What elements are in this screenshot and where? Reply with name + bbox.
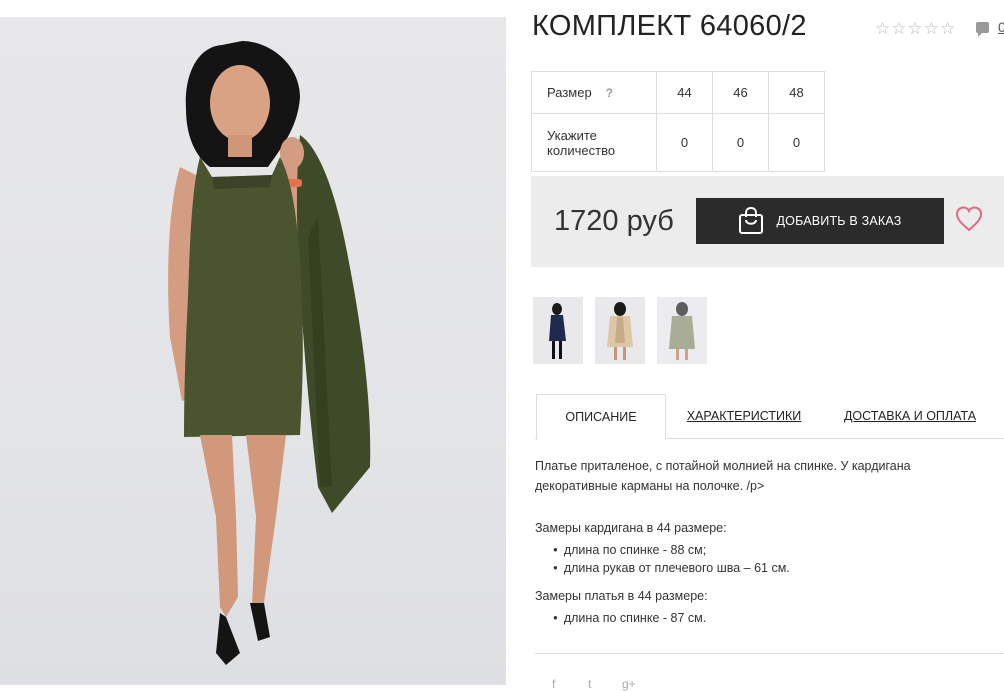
tab-delivery[interactable]: ДОСТАВКА И ОПЛАТА (840, 394, 980, 438)
size-table: Размер? 44 46 48 Укажите количество 0 0 … (531, 71, 825, 172)
add-to-order-label: ДОБАВИТЬ В ЗАКАЗ (776, 214, 902, 228)
size-help-icon[interactable]: ? (606, 86, 613, 100)
quantity-input-46[interactable]: 0 (712, 113, 769, 172)
quantity-input-48[interactable]: 0 (768, 113, 825, 172)
size-48: 48 (768, 71, 825, 114)
thumbnail-beige-set[interactable] (595, 297, 645, 364)
divider (535, 653, 1004, 654)
description-text: Платье приталеное, с потайной молнией на… (535, 459, 911, 493)
twitter-icon[interactable]: t (588, 677, 591, 691)
rating-stars-icon[interactable]: ☆☆☆☆☆ (875, 19, 956, 39)
comments-link[interactable]: 0 (998, 19, 1004, 35)
quantity-label-line2: количество (547, 142, 616, 158)
list-item: длина рукав от плечевого шва – 61 см. (553, 559, 790, 577)
product-photo[interactable] (0, 17, 506, 685)
cardigan-measurements-list: длина по спинке - 88 см; длина рукав от … (553, 541, 790, 577)
quantity-input-44[interactable]: 0 (656, 113, 713, 172)
google-plus-icon[interactable]: g+ (622, 677, 636, 691)
tab-characteristics[interactable]: ХАРАКТЕРИСТИКИ (680, 394, 808, 438)
tab-description[interactable]: ОПИСАНИЕ (536, 394, 666, 440)
top-strip (0, 0, 1004, 16)
size-46: 46 (712, 71, 769, 114)
list-item: длина по спинке - 87 см. (553, 609, 706, 627)
cardigan-measurements-title: Замеры кардигана в 44 размере: (535, 521, 727, 535)
size-label-cell: Размер? (531, 71, 657, 114)
quantity-label-line1: Укажите (547, 127, 597, 143)
quantity-label-cell: Укажите количество (531, 113, 657, 172)
comment-icon[interactable] (976, 22, 989, 37)
list-item: длина по спинке - 88 см; (553, 541, 790, 559)
dress-measurements-title: Замеры платья в 44 размере: (535, 589, 708, 603)
add-to-order-button[interactable]: ДОБАВИТЬ В ЗАКАЗ (696, 198, 944, 244)
thumbnail-image (595, 297, 645, 364)
model-illustration (168, 41, 371, 665)
product-title: КОМПЛЕКТ 64060/2 (532, 10, 807, 42)
thumbnail-image (657, 297, 707, 364)
shopping-bag-icon (739, 207, 764, 234)
thumbnail-navy-dress[interactable] (533, 297, 583, 364)
price: 1720 руб (554, 205, 674, 237)
heart-icon[interactable] (955, 206, 983, 232)
thumbnail-image (533, 297, 583, 364)
dress-measurements-list: длина по спинке - 87 см. (553, 609, 706, 627)
size-label: Размер (547, 85, 592, 100)
buy-box: 1720 руб ДОБАВИТЬ В ЗАКАЗ (531, 176, 1004, 267)
facebook-icon[interactable]: f (552, 677, 555, 691)
size-44: 44 (656, 71, 713, 114)
thumbnail-grey-set[interactable] (657, 297, 707, 364)
